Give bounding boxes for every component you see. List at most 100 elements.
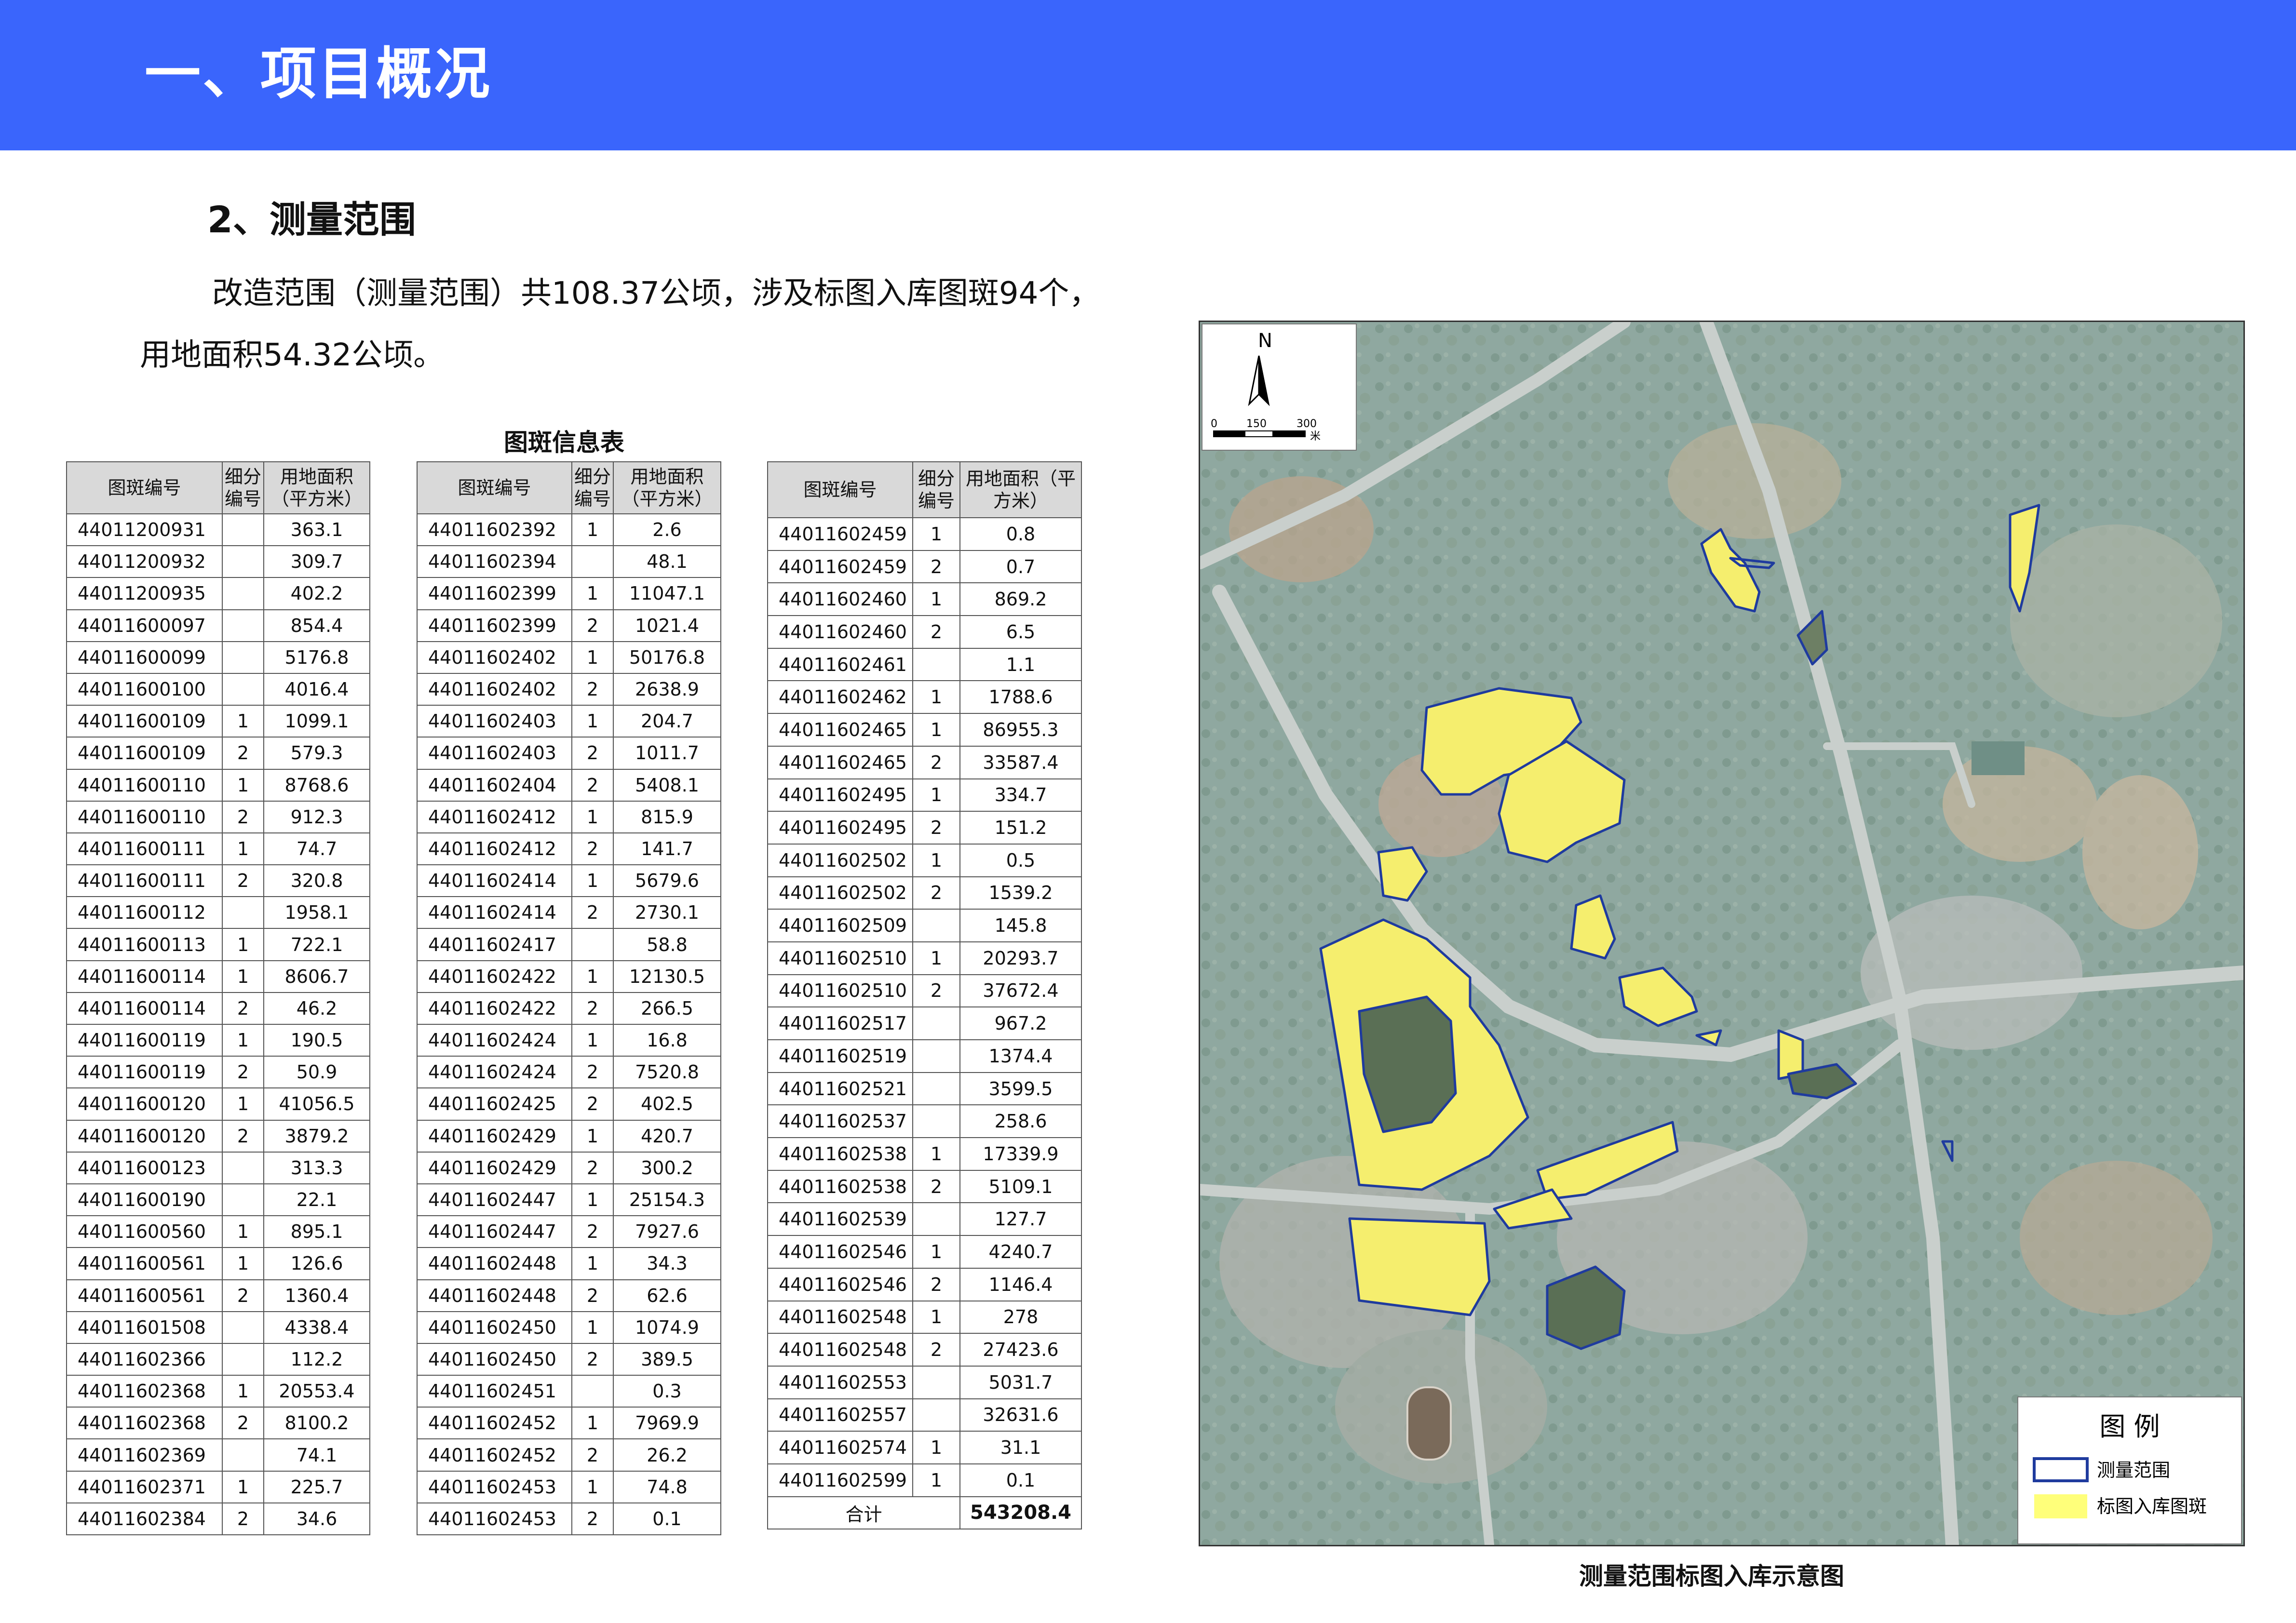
sub-number-cell: 1	[222, 705, 264, 738]
header-bar: 一、项目概况	[0, 0, 2296, 150]
table-row: 44011602510 1 20293.7	[767, 941, 1082, 975]
table-row: 44011600119 2 50.9	[66, 1056, 370, 1089]
parcel-code-cell: 44011602424	[417, 1023, 572, 1057]
table-row: 44011602460 1 869.2	[767, 582, 1082, 617]
sub-number-cell: 1	[571, 641, 614, 674]
sub-number-cell: 1	[222, 832, 264, 866]
scale-tick-150: 150	[1246, 418, 1267, 430]
table-row: 44011600561 1 126.6	[66, 1247, 370, 1280]
parcel-code-cell: 44011600097	[66, 609, 223, 642]
table-row: 44011602510 2 37672.4	[767, 974, 1082, 1008]
area-cell: 7520.8	[613, 1056, 721, 1089]
table-row: 44011602546 1 4240.7	[767, 1235, 1082, 1269]
sub-number-cell: 1	[571, 800, 614, 833]
parcel-code-cell: 44011602510	[767, 941, 913, 975]
map-image: N 0 150 300 米 图 例 测量范围 标图入库图斑	[1199, 321, 2245, 1546]
sub-number-cell: 1	[222, 1247, 264, 1280]
table-row: 44011602553 5031.7	[767, 1365, 1082, 1399]
area-cell: 869.2	[959, 582, 1082, 617]
parcel-code-cell: 44011600561	[66, 1279, 223, 1312]
sub-number-cell: 1	[222, 1087, 264, 1121]
table-row: 44011602366 112.2	[66, 1342, 370, 1376]
table-row: 44011600120 1 41056.5	[66, 1087, 370, 1121]
table-row: 44011602422 2 266.5	[417, 992, 721, 1025]
sub-number-cell	[912, 909, 960, 942]
sub-number-cell	[222, 641, 264, 674]
parcel-code-cell: 44011600113	[66, 928, 223, 961]
sub-number-cell: 1	[222, 768, 264, 802]
parcel-code-cell: 44011602509	[767, 909, 913, 942]
sub-number-cell: 1	[571, 1407, 614, 1440]
area-cell: 854.4	[263, 609, 370, 642]
parcel-code-cell: 44011602495	[767, 778, 913, 812]
sub-number-cell: 1	[222, 1470, 264, 1503]
header-code: 图斑编号	[66, 461, 223, 514]
area-cell: 62.6	[613, 1279, 721, 1312]
table-row: 44011600114 1 8606.7	[66, 960, 370, 993]
sub-number-cell: 2	[571, 1151, 614, 1184]
parcel-code-cell: 44011600123	[66, 1151, 223, 1184]
area-cell: 402.2	[263, 577, 370, 610]
area-cell: 0.3	[613, 1375, 721, 1408]
area-cell: 8100.2	[263, 1407, 370, 1440]
area-cell: 37672.4	[959, 974, 1082, 1008]
sub-number-cell: 2	[222, 1119, 264, 1153]
parcel-code-cell: 44011602368	[66, 1407, 223, 1440]
area-cell: 50.9	[263, 1056, 370, 1089]
header-sub: 细分编号	[571, 461, 614, 514]
sub-number-cell	[912, 1104, 960, 1139]
parcel-code-cell: 44011602371	[66, 1470, 223, 1503]
area-cell: 1099.1	[263, 705, 370, 738]
sub-number-cell	[222, 896, 264, 929]
parcel-code-cell: 44011602465	[767, 745, 913, 779]
area-cell: 4338.4	[263, 1311, 370, 1344]
table-row: 44011602368 2 8100.2	[66, 1407, 370, 1440]
sub-number-cell: 1	[571, 577, 614, 610]
sub-number-cell: 2	[222, 992, 264, 1025]
table-row: 44011602402 1 50176.8	[417, 641, 721, 674]
table-row: 44011600100 4016.4	[66, 672, 370, 706]
sub-number-cell: 1	[571, 1119, 614, 1153]
area-cell: 1146.4	[959, 1267, 1082, 1301]
sub-number-cell	[912, 1039, 960, 1073]
sub-number-cell: 2	[571, 1215, 614, 1248]
area-cell: 127.7	[959, 1202, 1082, 1236]
map-canvas: N 0 150 300 米 图 例 测量范围 标图入库图斑	[1200, 322, 2243, 1545]
table-row: 44011600111 1 74.7	[66, 832, 370, 866]
area-cell: 313.3	[263, 1151, 370, 1184]
parcel-code-cell: 44011602394	[417, 545, 572, 578]
parcel-code-cell: 44011200935	[66, 577, 223, 610]
sub-number-cell: 2	[912, 876, 960, 910]
parcel-code-cell: 44011602465	[767, 713, 913, 747]
parcel-code-cell: 44011600120	[66, 1119, 223, 1153]
table-row: 44011602399 1 11047.1	[417, 577, 721, 610]
parcel-code-cell: 44011600109	[66, 705, 223, 738]
legend-boundary-label: 测量范围	[2097, 1460, 2170, 1481]
table-row: 44011602465 2 33587.4	[767, 745, 1082, 779]
total-value: 543208.4	[959, 1496, 1082, 1530]
scale-tick-0: 0	[1211, 418, 1217, 430]
table-row: 44011602402 2 2638.9	[417, 672, 721, 706]
table-row: 44011602384 2 34.6	[66, 1502, 370, 1536]
area-cell: 74.1	[263, 1438, 370, 1472]
sub-number-cell: 1	[912, 778, 960, 812]
sub-number-cell: 1	[912, 1300, 960, 1334]
sub-number-cell	[222, 513, 264, 547]
parcel-code-cell: 44011602453	[417, 1470, 572, 1503]
map-caption: 测量范围标图入库示意图	[1579, 1562, 1844, 1590]
sub-number-cell: 1	[912, 713, 960, 747]
total-row: 合计 543208.4	[767, 1496, 1082, 1530]
area-cell: 3599.5	[959, 1072, 1082, 1106]
area-cell: 5109.1	[959, 1169, 1082, 1204]
table-row: 44011602424 1 16.8	[417, 1023, 721, 1057]
parcel-code-cell: 44011602519	[767, 1039, 913, 1073]
area-cell: 1374.4	[959, 1039, 1082, 1073]
area-cell: 34.3	[613, 1247, 721, 1280]
area-cell: 4016.4	[263, 672, 370, 706]
parcel-code-cell: 44011600111	[66, 864, 223, 898]
sub-number-cell: 2	[912, 745, 960, 779]
sub-number-cell	[912, 1202, 960, 1236]
area-cell: 389.5	[613, 1342, 721, 1376]
table-row: 44011602537 258.6	[767, 1104, 1082, 1139]
table-caption: 图斑信息表	[504, 429, 624, 456]
